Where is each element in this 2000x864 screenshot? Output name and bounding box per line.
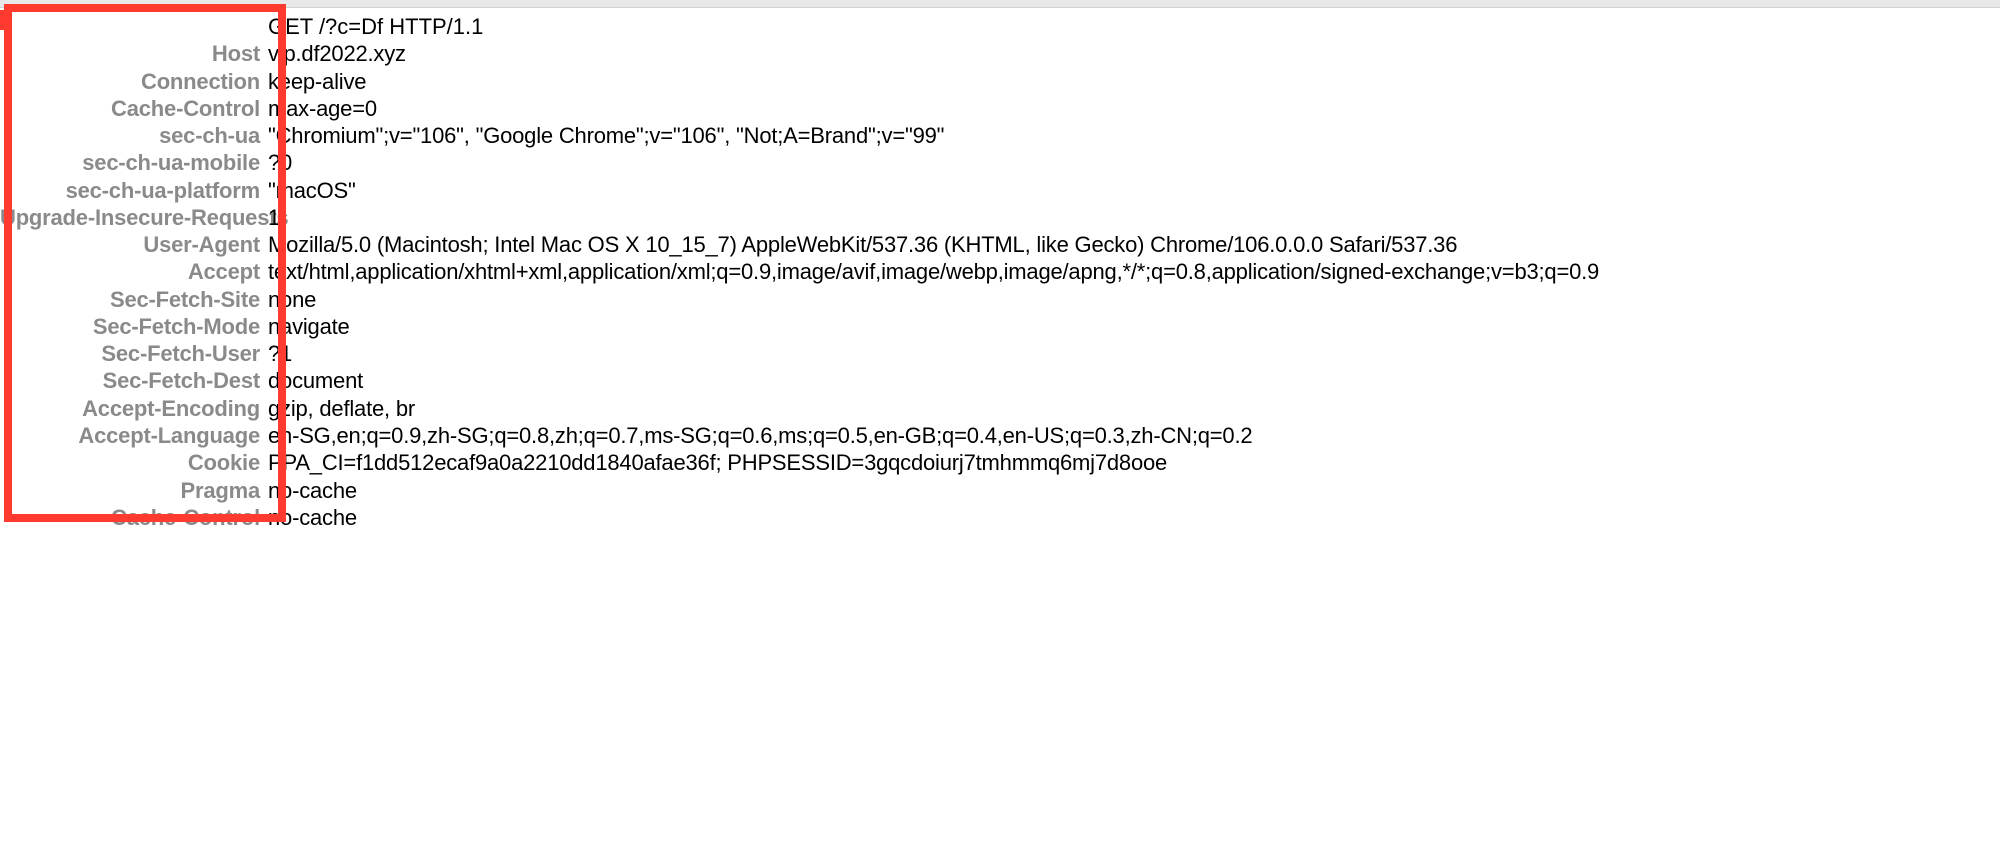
header-name: Accept: [0, 258, 268, 285]
header-value: no-cache: [268, 477, 357, 504]
header-value: 1: [268, 204, 280, 231]
header-name: Cookie: [0, 449, 268, 476]
header-row: Accept-Languageen-SG,en;q=0.9,zh-SG;q=0.…: [0, 422, 2000, 449]
header-name: Connection: [0, 68, 268, 95]
header-value: PPA_CI=f1dd512ecaf9a0a2210dd1840afae36f;…: [268, 449, 1167, 476]
left-edge-marker: [0, 10, 4, 30]
window-top-bar: [0, 0, 2000, 8]
header-row: Hostvip.df2022.xyz: [0, 40, 2000, 67]
header-row: Accept-Encodinggzip, deflate, br: [0, 395, 2000, 422]
header-name: sec-ch-ua: [0, 122, 268, 149]
header-name: Sec-Fetch-Mode: [0, 313, 268, 340]
header-value: en-SG,en;q=0.9,zh-SG;q=0.8,zh;q=0.7,ms-S…: [268, 422, 1252, 449]
header-name: User-Agent: [0, 231, 268, 258]
header-name: Cache-Control: [0, 95, 268, 122]
header-value: ?0: [268, 149, 292, 176]
header-name: sec-ch-ua-platform: [0, 177, 268, 204]
header-value: document: [268, 367, 363, 394]
request-headers-panel: GET /?c=Df HTTP/1.1 Hostvip.df2022.xyzCo…: [0, 8, 2000, 531]
header-value: ?1: [268, 340, 292, 367]
header-row: Sec-Fetch-User?1: [0, 340, 2000, 367]
header-value: gzip, deflate, br: [268, 395, 415, 422]
header-name: sec-ch-ua-mobile: [0, 149, 268, 176]
header-value: "Chromium";v="106", "Google Chrome";v="1…: [268, 122, 944, 149]
header-name: Accept-Language: [0, 422, 268, 449]
header-name: Sec-Fetch-Dest: [0, 367, 268, 394]
header-row: Sec-Fetch-Destdocument: [0, 367, 2000, 394]
header-name: Sec-Fetch-Site: [0, 286, 268, 313]
header-name: Accept-Encoding: [0, 395, 268, 422]
header-row: Pragmano-cache: [0, 477, 2000, 504]
request-line: GET /?c=Df HTTP/1.1: [0, 13, 2000, 40]
header-value: text/html,application/xhtml+xml,applicat…: [268, 258, 1599, 285]
header-value: no-cache: [268, 504, 357, 531]
header-row: Connectionkeep-alive: [0, 68, 2000, 95]
header-row: Accepttext/html,application/xhtml+xml,ap…: [0, 258, 2000, 285]
header-row: CookiePPA_CI=f1dd512ecaf9a0a2210dd1840af…: [0, 449, 2000, 476]
header-row: Sec-Fetch-Sitenone: [0, 286, 2000, 313]
header-row: sec-ch-ua-mobile?0: [0, 149, 2000, 176]
header-value: max-age=0: [268, 95, 377, 122]
header-value: none: [268, 286, 316, 313]
header-value: vip.df2022.xyz: [268, 40, 406, 67]
header-value: navigate: [268, 313, 350, 340]
header-name: Pragma: [0, 477, 268, 504]
header-row: sec-ch-ua"Chromium";v="106", "Google Chr…: [0, 122, 2000, 149]
header-name: Cache-Control: [0, 504, 268, 531]
header-value: Mozilla/5.0 (Macintosh; Intel Mac OS X 1…: [268, 231, 1457, 258]
header-value: keep-alive: [268, 68, 366, 95]
header-row: Upgrade-Insecure-Requests1: [0, 204, 2000, 231]
header-row: User-AgentMozilla/5.0 (Macintosh; Intel …: [0, 231, 2000, 258]
header-row: sec-ch-ua-platform"macOS": [0, 177, 2000, 204]
header-row: Sec-Fetch-Modenavigate: [0, 313, 2000, 340]
header-row: Cache-Controlmax-age=0: [0, 95, 2000, 122]
header-row: Cache-Controlno-cache: [0, 504, 2000, 531]
header-name: Host: [0, 40, 268, 67]
header-value: "macOS": [268, 177, 356, 204]
header-name: Sec-Fetch-User: [0, 340, 268, 367]
header-name: Upgrade-Insecure-Requests: [0, 204, 268, 231]
